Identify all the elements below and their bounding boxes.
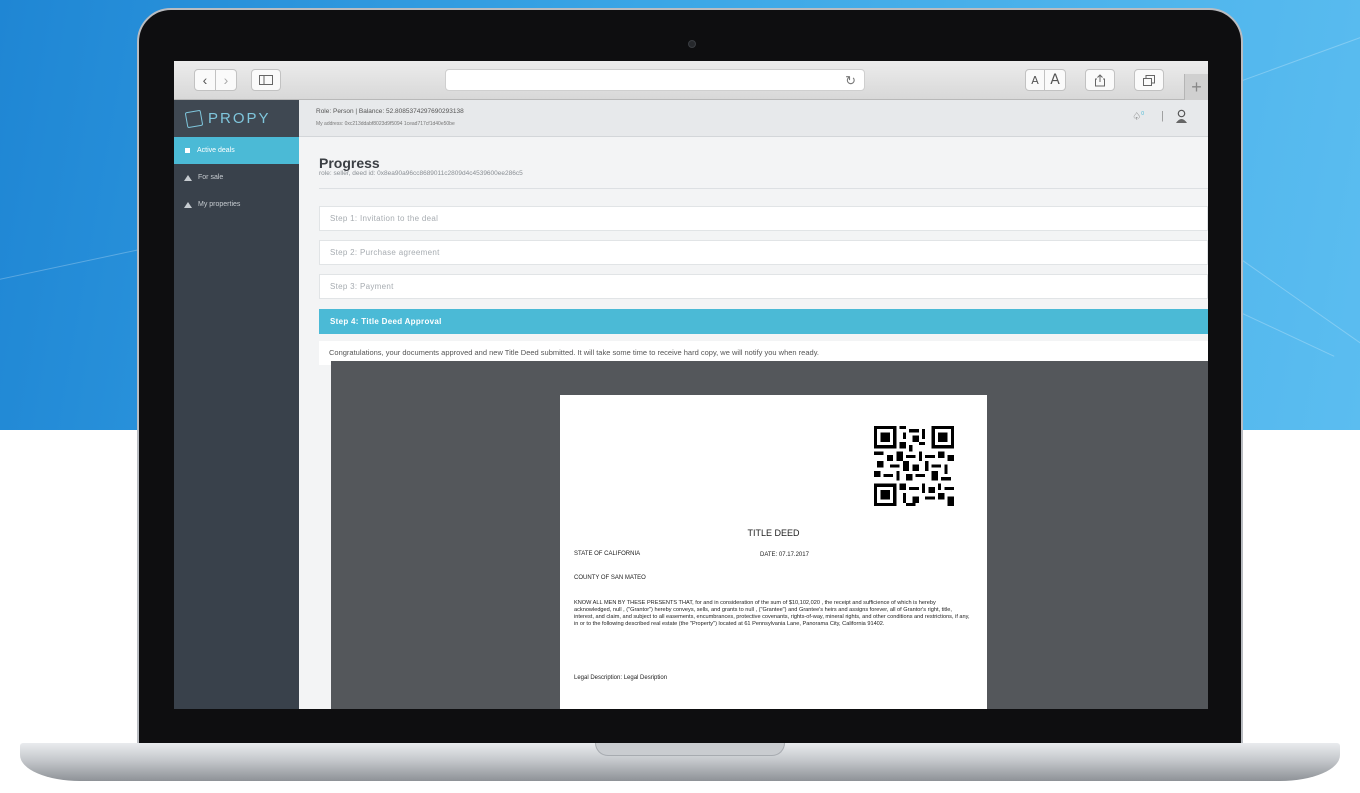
laptop-base bbox=[20, 743, 1340, 781]
topbar: Role: Person | Balance: 52.8085374297690… bbox=[299, 100, 1208, 137]
deed-legal-description: Legal Description: Legal Desription bbox=[574, 675, 668, 681]
reload-icon[interactable]: ↻ bbox=[845, 73, 856, 89]
role-balance: Role: Person | Balance: 52.8085374297690… bbox=[316, 108, 464, 115]
tabs-button[interactable] bbox=[1134, 69, 1164, 91]
address-bar[interactable]: ↻ bbox=[445, 69, 865, 91]
share-button[interactable] bbox=[1085, 69, 1115, 91]
deed-date: DATE: 07.17.2017 bbox=[760, 552, 809, 558]
sidebar-nav: Active deals For sale My properties bbox=[174, 137, 299, 218]
step-4[interactable]: Step 4: Title Deed Approval bbox=[319, 309, 1208, 334]
page-title: Progress bbox=[319, 155, 380, 171]
bell-icon: ♤ bbox=[1132, 111, 1142, 123]
sidebar-item-label: For sale bbox=[198, 174, 224, 181]
main-content: Progress role: seller, deed id: 0x8ea90a… bbox=[299, 137, 1208, 709]
wallet-address: My address: 0xc213ddabf8023d9f5094 1cead… bbox=[316, 121, 455, 127]
laptop-notch bbox=[595, 743, 785, 756]
font-increase-button[interactable]: A bbox=[1044, 69, 1066, 91]
chevron-left-icon: ‹ bbox=[202, 72, 208, 88]
logo[interactable]: PROPY bbox=[174, 100, 299, 137]
deed-title: TITLE DEED bbox=[747, 528, 800, 538]
share-icon bbox=[1095, 73, 1105, 86]
sidebar-item-my-properties[interactable]: My properties bbox=[174, 191, 299, 218]
new-tab-button[interactable]: + bbox=[1184, 74, 1208, 100]
notification-count: 0 bbox=[1141, 111, 1144, 117]
divider bbox=[319, 188, 1208, 189]
page-subtitle: role: seller, deed id: 0x8ea90a96cc86890… bbox=[319, 170, 523, 177]
sidebar: PROPY Active deals For sale My propertie… bbox=[174, 100, 299, 709]
sidebar-item-for-sale[interactable]: For sale bbox=[174, 164, 299, 191]
step-2[interactable]: Step 2: Purchase agreement bbox=[319, 240, 1208, 265]
sidebar-toggle-button[interactable] bbox=[251, 69, 281, 91]
qr-code bbox=[874, 426, 954, 506]
notifications-button[interactable]: ♤0 bbox=[1132, 111, 1144, 122]
logo-icon bbox=[184, 109, 204, 128]
sidebar-item-label: My properties bbox=[198, 201, 241, 208]
home-icon bbox=[184, 174, 192, 181]
forward-button[interactable]: › bbox=[215, 69, 237, 91]
divider: | bbox=[1161, 110, 1164, 122]
avatar[interactable] bbox=[1175, 109, 1188, 124]
grid-icon bbox=[184, 147, 191, 154]
deed-state: STATE OF CALIFORNIA bbox=[574, 551, 641, 557]
sidebar-item-label: Active deals bbox=[197, 147, 235, 154]
sidebar-item-active-deals[interactable]: Active deals bbox=[174, 137, 299, 164]
chevron-right-icon: › bbox=[223, 72, 229, 88]
document-viewer[interactable]: TITLE DEED STATE OF CALIFORNIA DATE: 07.… bbox=[331, 361, 1208, 709]
deed-body: KNOW ALL MEN BY THESE PRESENTS THAT, for… bbox=[574, 600, 970, 627]
deed-county: COUNTY OF SAN MATEO bbox=[574, 575, 646, 581]
brand-name: PROPY bbox=[208, 110, 271, 127]
camera-icon bbox=[688, 40, 696, 48]
tabs-icon bbox=[1143, 74, 1155, 86]
home-icon bbox=[184, 201, 192, 208]
title-deed-document: TITLE DEED STATE OF CALIFORNIA DATE: 07.… bbox=[560, 395, 987, 709]
step-3[interactable]: Step 3: Payment bbox=[319, 274, 1208, 299]
font-decrease-button[interactable]: A bbox=[1025, 69, 1045, 91]
step-1[interactable]: Step 1: Invitation to the deal bbox=[319, 206, 1208, 231]
back-button[interactable]: ‹ bbox=[194, 69, 216, 91]
sidebar-icon bbox=[259, 75, 273, 85]
browser-toolbar: ‹ › ↻ A A + bbox=[174, 61, 1208, 100]
app: PROPY Active deals For sale My propertie… bbox=[174, 100, 1208, 709]
screen: ‹ › ↻ A A + PROPY Active deals For sale … bbox=[174, 61, 1208, 709]
